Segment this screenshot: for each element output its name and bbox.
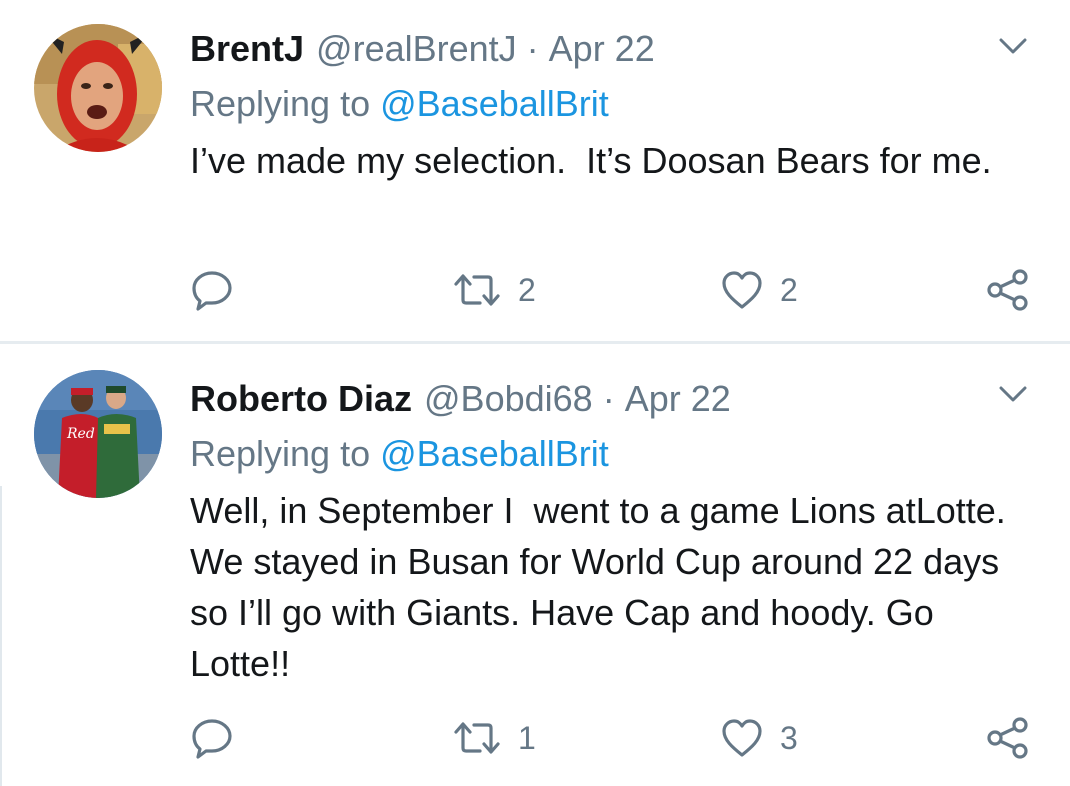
tweet-date[interactable]: Apr 22 <box>625 378 731 419</box>
tweet-header: Roberto Diaz @Bobdi68 · Apr 22 <box>190 374 1030 424</box>
author-name[interactable]: Roberto Diaz <box>190 378 412 419</box>
retweet-count: 1 <box>518 719 536 756</box>
share-icon <box>987 717 1028 759</box>
heart-icon <box>722 719 762 757</box>
author-handle[interactable]: @realBrentJ <box>316 28 517 69</box>
tweet-content: Roberto Diaz @Bobdi68 · Apr 22 Replying to … <box>190 374 1030 689</box>
reply-button[interactable] <box>190 714 234 762</box>
retweet-icon <box>454 722 500 754</box>
chevron-down-icon[interactable] <box>998 384 1028 406</box>
chevron-down-icon[interactable] <box>998 36 1028 58</box>
retweet-icon <box>454 274 500 306</box>
tweet-date[interactable]: Apr 22 <box>549 28 655 69</box>
heart-icon <box>722 271 762 309</box>
replying-to: Replying to @BaseballBrit <box>190 428 1030 480</box>
share-button[interactable] <box>986 714 1030 762</box>
replying-prefix: Replying to <box>190 433 371 474</box>
tweet-actions: 1 3 <box>190 714 1040 762</box>
retweet-count: 2 <box>518 271 536 308</box>
replying-to-mention[interactable]: @BaseballBrit <box>380 433 609 474</box>
reply-button[interactable] <box>190 266 234 314</box>
like-count: 3 <box>780 719 798 756</box>
share-button[interactable] <box>986 266 1030 314</box>
tweet-text: I’ve made my selection. It’s Doosan Bear… <box>190 140 992 181</box>
avatar[interactable] <box>34 24 162 152</box>
tweet-content: BrentJ @realBrentJ · Apr 22 Replying to @Ba… <box>190 24 1030 186</box>
tweet[interactable]: BrentJ @realBrentJ · Apr 22 Replying to @Ba… <box>0 0 1070 342</box>
share-icon <box>987 269 1028 311</box>
like-count: 2 <box>780 271 798 308</box>
author-name[interactable]: BrentJ <box>190 28 304 69</box>
tweet-header: BrentJ @realBrentJ · Apr 22 <box>190 24 1030 74</box>
replying-prefix: Replying to <box>190 83 371 124</box>
reply-icon <box>192 271 232 311</box>
separator: · <box>602 378 615 419</box>
tweet-actions: 2 2 <box>190 266 1040 314</box>
svg-text:Red: Red <box>66 426 95 442</box>
tweet-feed: BrentJ @realBrentJ · Apr 22 Replying to @Ba… <box>0 0 1070 786</box>
tweet[interactable]: Red Roberto Diaz @Bobdi68 · Apr 22 Replying… <box>0 344 1070 786</box>
replying-to-mention[interactable]: @BaseballBrit <box>380 83 609 124</box>
replying-to: Replying to @BaseballBrit <box>190 78 1030 130</box>
separator: · <box>526 28 539 69</box>
like-button[interactable]: 3 <box>720 714 798 762</box>
like-button[interactable]: 2 <box>720 266 798 314</box>
retweet-button[interactable]: 2 <box>452 266 536 314</box>
avatar-image <box>34 24 162 152</box>
avatar[interactable]: Red <box>34 370 162 498</box>
avatar-image: Red <box>34 370 162 498</box>
author-handle[interactable]: @Bobdi68 <box>424 378 593 419</box>
retweet-button[interactable]: 1 <box>452 714 536 762</box>
reply-icon <box>192 719 232 759</box>
tweet-text: Well, in September I went to a game Lion… <box>190 490 1016 684</box>
